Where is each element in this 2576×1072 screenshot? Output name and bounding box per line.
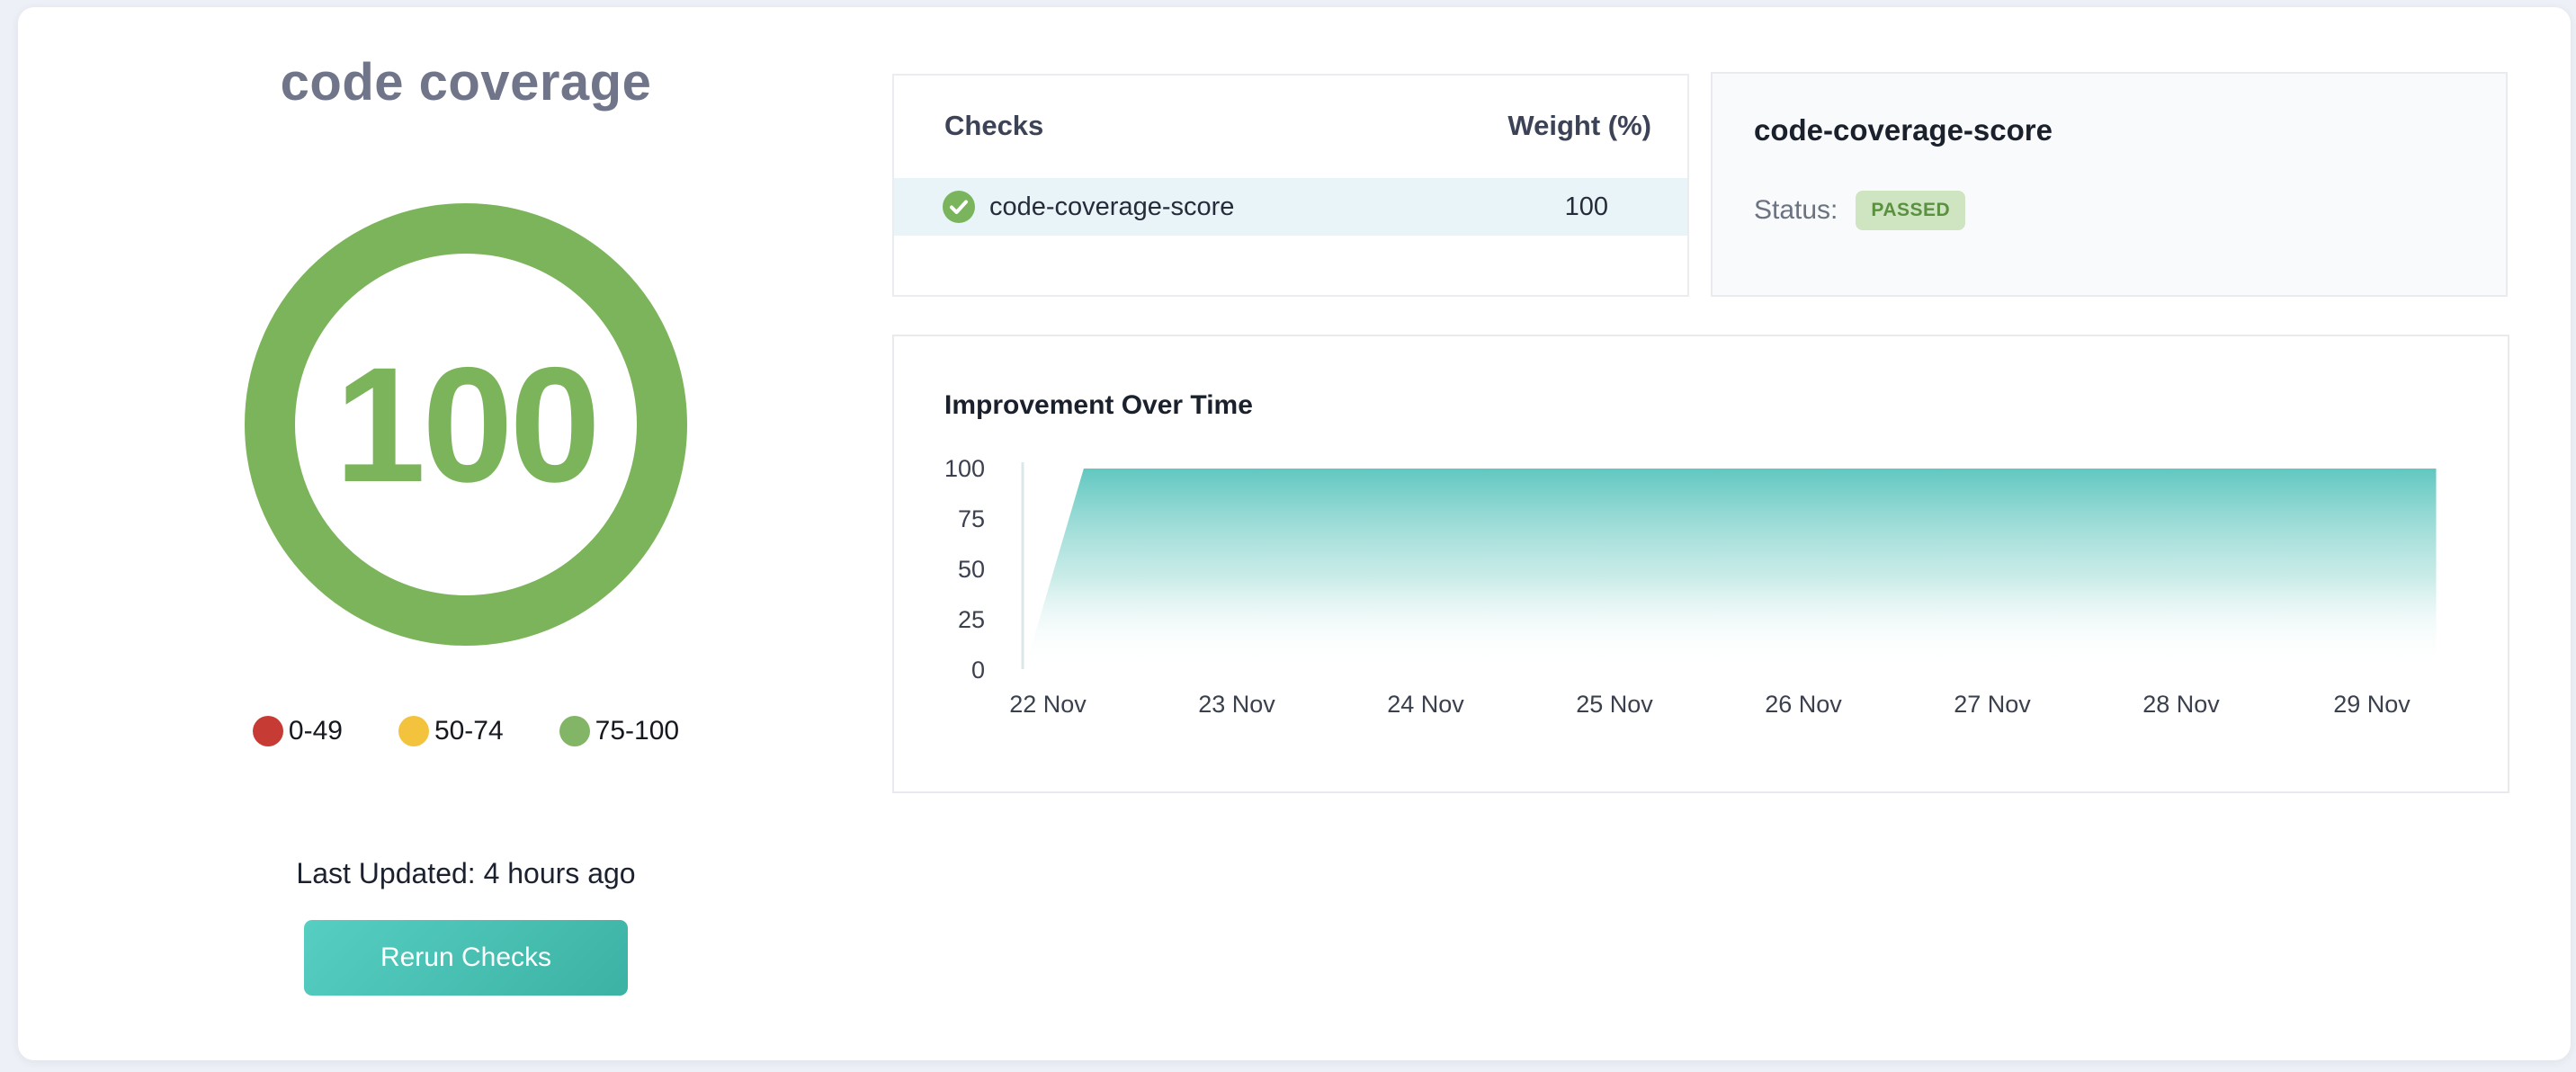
status-passed-badge: PASSED	[1856, 191, 1965, 230]
legend-yellow-dot-icon	[398, 716, 429, 746]
check-weight-value: 100	[1565, 192, 1608, 222]
improvement-chart-card: Improvement Over Time 100 75 50 25 0 22 …	[892, 335, 2509, 793]
checks-column-header: Checks	[944, 110, 1043, 142]
legend-label: 75-100	[595, 716, 679, 746]
legend-label: 0-49	[289, 716, 343, 746]
legend-red-dot-icon	[253, 716, 283, 746]
status-row: Status: PASSED	[1754, 191, 2470, 230]
x-axis-tick-label: 22 Nov	[985, 690, 1111, 719]
rerun-checks-button[interactable]: Rerun Checks	[304, 920, 628, 996]
checks-table-card: Checks Weight (%) code-coverage-score 10…	[892, 74, 1689, 297]
legend-item-75-100: 75-100	[559, 716, 679, 746]
x-axis-tick-label: 26 Nov	[1740, 690, 1866, 719]
x-axis-tick-label: 28 Nov	[2118, 690, 2244, 719]
y-axis-tick-label: 75	[922, 505, 985, 533]
checks-table-header: Checks Weight (%)	[894, 76, 1687, 142]
score-gauge: 100	[245, 203, 687, 646]
y-axis-tick-label: 0	[922, 656, 985, 684]
score-legend: 0-49 50-74 75-100	[253, 716, 679, 746]
last-updated-text: Last Updated: 4 hours ago	[296, 857, 635, 890]
x-axis-tick-label: 24 Nov	[1363, 690, 1489, 719]
gauge-score-value: 100	[335, 343, 597, 506]
x-axis-tick-label: 23 Nov	[1174, 690, 1300, 719]
x-axis-tick-label: 25 Nov	[1552, 690, 1677, 719]
check-name: code-coverage-score	[989, 192, 1234, 222]
legend-green-dot-icon	[559, 716, 590, 746]
legend-item-50-74: 50-74	[398, 716, 504, 746]
x-axis-tick-label: 27 Nov	[1929, 690, 2055, 719]
legend-item-0-49: 0-49	[253, 716, 343, 746]
improvement-chart-svg	[894, 336, 2508, 791]
area-series	[1025, 469, 2437, 667]
check-passed-icon	[943, 191, 975, 223]
legend-label: 50-74	[434, 716, 504, 746]
check-detail-card: code-coverage-score Status: PASSED	[1711, 72, 2508, 297]
y-axis-tick-label: 25	[922, 605, 985, 634]
dashboard-card: code coverage 100 0-49 50-74 75-100 Last…	[18, 7, 2571, 1060]
page-title: code coverage	[281, 52, 652, 112]
y-axis-tick-label: 100	[922, 454, 985, 483]
status-label: Status:	[1754, 195, 1838, 226]
y-axis-tick-label: 50	[922, 555, 985, 584]
x-axis-tick-label: 29 Nov	[2309, 690, 2435, 719]
check-detail-title: code-coverage-score	[1754, 113, 2470, 147]
weight-column-header: Weight (%)	[1507, 110, 1651, 142]
check-table-row[interactable]: code-coverage-score 100	[894, 178, 1687, 236]
